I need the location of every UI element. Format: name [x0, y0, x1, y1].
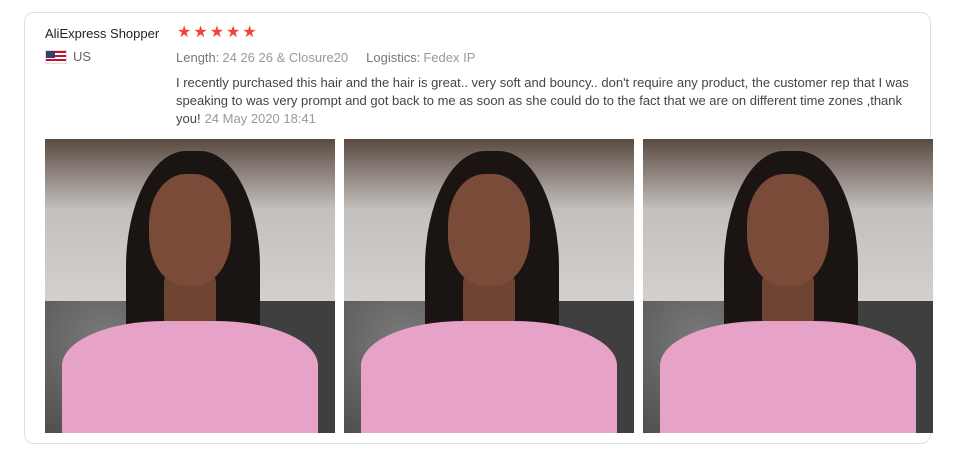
review-meta: Length: 24 26 26 & Closure20 Logistics: Fed…: [176, 50, 475, 65]
reviewer-name: AliExpress Shopper: [45, 26, 160, 41]
star-rating: ★ ★ ★ ★ ★: [177, 25, 257, 41]
length-label: Length:: [176, 50, 220, 65]
review-photo-1[interactable]: [45, 139, 335, 433]
reviewer-info: AliExpress Shopper US: [45, 26, 175, 64]
star-icon: ★: [209, 24, 225, 41]
star-icon: ★: [242, 24, 257, 41]
star-icon: ★: [226, 24, 241, 41]
reviewer-country: US: [45, 49, 175, 64]
length-value: 24 26 26 & Closure20: [222, 50, 349, 65]
review-card: AliExpress Shopper US ★ ★ ★ ★ ★ Length: 2…: [24, 12, 933, 444]
review-photo-3[interactable]: [643, 139, 933, 433]
logistics-label: Logistics:: [366, 50, 421, 65]
star-icon: ★: [193, 24, 208, 41]
country-code: US: [73, 49, 92, 64]
review-photo-2[interactable]: [344, 139, 634, 433]
star-icon: ★: [177, 24, 192, 41]
review-date: 24 May 2020 18:41: [204, 111, 316, 126]
logistics-value: Fedex IP: [423, 50, 476, 65]
review-text: I recently purchased this hair and the h…: [176, 74, 926, 128]
review-photos: [45, 139, 933, 433]
us-flag-icon: [45, 49, 67, 64]
